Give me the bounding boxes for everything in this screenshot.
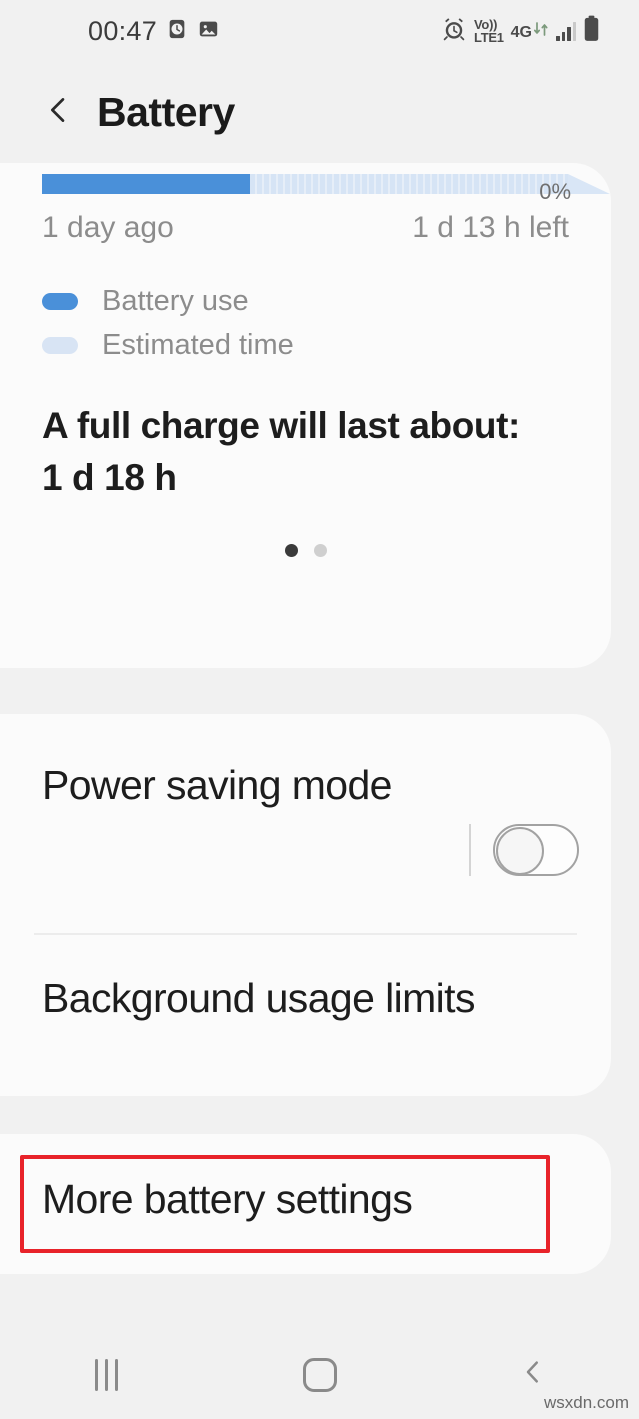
- row-power-saving-mode[interactable]: Power saving mode: [0, 714, 611, 933]
- chevron-left-icon: [41, 93, 75, 132]
- network-type-label: 4G: [510, 23, 532, 41]
- mobile-data-indicator: 4G: [511, 20, 549, 43]
- time-start-label: 1 day ago: [42, 211, 174, 244]
- summary-value: 1 d 18 h: [42, 456, 177, 498]
- more-settings-card[interactable]: More battery settings: [0, 1134, 611, 1274]
- legend-label: Battery use: [102, 284, 249, 317]
- time-remaining-label: 1 d 13 h left: [412, 211, 569, 244]
- back-chevron-icon: [518, 1357, 548, 1392]
- settings-card: Power saving mode Background usage limit…: [0, 714, 611, 1096]
- battery-use-bar: [42, 174, 250, 194]
- more-battery-settings-label: More battery settings: [42, 1176, 413, 1222]
- legend-item-battery-use: Battery use: [42, 279, 569, 323]
- status-clock: 00:47: [88, 15, 158, 46]
- page-indicator[interactable]: [42, 544, 569, 557]
- home-button[interactable]: [272, 1344, 368, 1406]
- signal-bars-icon: [556, 21, 576, 41]
- watermark: wsxdn.com: [543, 1393, 629, 1412]
- legend-swatch-blue-icon: [42, 292, 78, 310]
- status-bar-left: 00:47: [88, 16, 220, 47]
- recents-icon: [95, 1358, 118, 1391]
- power-saving-toggle[interactable]: [493, 824, 579, 876]
- row-more-battery-settings[interactable]: More battery settings: [0, 1134, 611, 1224]
- power-saving-mode-label: Power saving mode: [42, 762, 392, 808]
- title-bar: Battery: [0, 62, 639, 163]
- recents-button[interactable]: [59, 1344, 155, 1406]
- estimated-time-bar: [250, 174, 568, 194]
- page-dot-2[interactable]: [313, 544, 327, 557]
- legend-swatch-lightblue-icon: [42, 336, 78, 354]
- legend-label: Estimated time: [102, 328, 294, 361]
- power-saving-toggle-area[interactable]: [469, 824, 579, 876]
- phone-screen: 00:47 Vo)) LTE1 4G Battery 0% 1 day ago …: [0, 0, 639, 1419]
- back-button[interactable]: [34, 89, 82, 137]
- legend-item-estimated-time: Estimated time: [42, 323, 569, 367]
- battery-graph-card[interactable]: 0% 1 day ago 1 d 13 h left Battery use E…: [0, 163, 611, 668]
- toggle-knob: [496, 827, 544, 875]
- percent-label: 0%: [539, 179, 571, 204]
- gallery-icon: [197, 18, 220, 45]
- page-title: Battery: [97, 89, 235, 135]
- background-usage-limits-label: Background usage limits: [42, 975, 475, 1021]
- summary-title: A full charge will last about:: [42, 405, 520, 446]
- status-bar: 00:47 Vo)) LTE1 4G: [0, 0, 639, 62]
- graph-time-labels: 1 day ago 1 d 13 h left: [42, 211, 569, 245]
- data-transfer-icon: [533, 20, 549, 43]
- battery-icon: [583, 15, 600, 47]
- page-dot-1[interactable]: [284, 544, 298, 557]
- alarm-small-icon: [166, 18, 188, 45]
- row-background-usage-limits[interactable]: Background usage limits: [0, 935, 611, 1095]
- battery-bar-chart: 0%: [42, 171, 571, 204]
- chart-legend: Battery use Estimated time: [42, 279, 569, 367]
- full-charge-summary: A full charge will last about: 1 d 18 h: [42, 403, 569, 500]
- battery-graph: 0% 1 day ago 1 d 13 h left Battery use E…: [42, 163, 571, 557]
- toggle-divider: [469, 824, 471, 876]
- volte-icon: Vo)) LTE1: [474, 17, 504, 45]
- alarm-icon: [441, 16, 467, 47]
- home-icon: [302, 1357, 337, 1392]
- status-bar-right: Vo)) LTE1 4G: [441, 15, 600, 47]
